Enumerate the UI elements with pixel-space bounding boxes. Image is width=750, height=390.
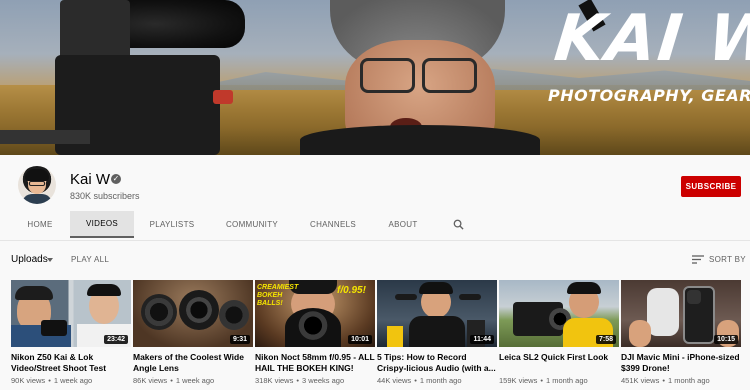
video-meta: 159K views • 1 month ago	[499, 376, 588, 385]
video-card[interactable]: 9:31 Makers of the Coolest Wide Angle Le…	[133, 280, 253, 385]
video-thumbnail[interactable]: 10:15	[621, 280, 741, 347]
avatar[interactable]	[18, 166, 56, 204]
video-views: 86K views	[133, 376, 168, 385]
camera-rig-image	[0, 0, 250, 155]
caret-down-icon[interactable]	[47, 258, 53, 262]
video-thumbnail[interactable]: CREAMIEST BOKEH BALLS! f/0.95! 10:01	[255, 280, 375, 347]
videos-section: Uploads PLAY ALL SORT BY 23:42 Nikon Z50…	[0, 240, 750, 390]
thumbnail-overlay-text: f/0.95!	[337, 285, 366, 296]
video-duration: 23:42	[104, 335, 128, 344]
video-title[interactable]: DJI Mavic Mini - iPhone-sized $399 Drone…	[621, 352, 741, 374]
video-meta: 318K views • 3 weeks ago	[255, 376, 345, 385]
video-age: 1 month ago	[546, 376, 588, 385]
video-duration: 7:58	[595, 335, 616, 344]
video-card[interactable]: CREAMIEST BOKEH BALLS! f/0.95! 10:01 Nik…	[255, 280, 375, 385]
banner-tagline: PHOTOGRAPHY, GEAR, VLOG	[548, 86, 750, 105]
video-age: 1 month ago	[668, 376, 710, 385]
tab-channels[interactable]: CHANNELS	[300, 211, 366, 238]
verified-check-icon: ✓	[111, 174, 121, 184]
video-duration: 10:01	[348, 335, 372, 344]
thumbnail-overlay-text: CREAMIEST BOKEH BALLS!	[257, 284, 299, 307]
video-card[interactable]: 23:42 Nikon Z50 Kai & Lok Video/Street S…	[11, 280, 131, 385]
channel-banner: KAI W PHOTOGRAPHY, GEAR, VLOG	[0, 0, 750, 155]
video-age: 3 weeks ago	[302, 376, 345, 385]
video-thumbnail[interactable]: 9:31	[133, 280, 253, 347]
banner-channel-name: KAI W	[551, 2, 750, 76]
video-card[interactable]: 7:58 Leica SL2 Quick First Look 159K vie…	[499, 280, 619, 385]
video-meta: 90K views • 1 week ago	[11, 376, 93, 385]
sort-by-button[interactable]: SORT BY	[709, 255, 746, 264]
video-age: 1 week ago	[53, 376, 93, 385]
subscribe-button[interactable]: SUBSCRIBE	[681, 176, 741, 197]
video-meta: 451K views • 1 month ago	[621, 376, 710, 385]
video-duration: 11:44	[470, 335, 494, 344]
sort-icon[interactable]	[692, 255, 704, 264]
video-views: 318K views	[255, 376, 294, 385]
search-icon[interactable]	[453, 219, 464, 230]
tab-videos[interactable]: VIDEOS	[70, 211, 134, 238]
video-age: 1 week ago	[175, 376, 215, 385]
video-views: 451K views	[621, 376, 660, 385]
video-card[interactable]: 10:15 DJI Mavic Mini - iPhone-sized $399…	[621, 280, 741, 385]
video-duration: 10:15	[714, 335, 738, 344]
video-title[interactable]: Nikon Z50 Kai & Lok Video/Street Shoot T…	[11, 352, 131, 374]
video-age: 1 month ago	[419, 376, 462, 385]
video-duration: 9:31	[229, 335, 250, 344]
channel-name: Kai W	[70, 171, 111, 188]
video-meta: 44K views • 1 month ago	[377, 376, 462, 385]
video-title[interactable]: Leica SL2 Quick First Look	[499, 352, 619, 374]
video-thumbnail[interactable]: 23:42	[11, 280, 131, 347]
video-title[interactable]: Nikon Noct 58mm f/0.95 - ALL HAIL THE BO…	[255, 352, 375, 374]
tab-home[interactable]: HOME	[11, 211, 69, 238]
video-views: 159K views	[499, 376, 538, 385]
uploads-dropdown[interactable]: Uploads	[11, 254, 48, 265]
video-thumbnail[interactable]: 11:44	[377, 280, 497, 347]
video-meta: 86K views • 1 week ago	[133, 376, 215, 385]
video-title[interactable]: Makers of the Coolest Wide Angle Lens	[133, 352, 253, 374]
subscriber-count: 830K subscribers	[70, 191, 140, 201]
tab-about[interactable]: ABOUT	[378, 211, 428, 238]
channel-tabs: HOME VIDEOS PLAYLISTS COMMUNITY CHANNELS…	[0, 211, 750, 238]
video-thumbnail[interactable]: 7:58	[499, 280, 619, 347]
video-title[interactable]: 5 Tips: How to Record Crispy-licious Aud…	[377, 352, 497, 374]
video-views: 44K views	[377, 376, 412, 385]
video-card[interactable]: 11:44 5 Tips: How to Record Crispy-licio…	[377, 280, 497, 385]
video-views: 90K views	[11, 376, 46, 385]
tab-playlists[interactable]: PLAYLISTS	[140, 211, 204, 238]
tab-community[interactable]: COMMUNITY	[218, 211, 286, 238]
play-all-button[interactable]: PLAY ALL	[71, 255, 109, 264]
youtube-channel-page: KAI W PHOTOGRAPHY, GEAR, VLOG Kai W ✓ 83…	[0, 0, 750, 390]
